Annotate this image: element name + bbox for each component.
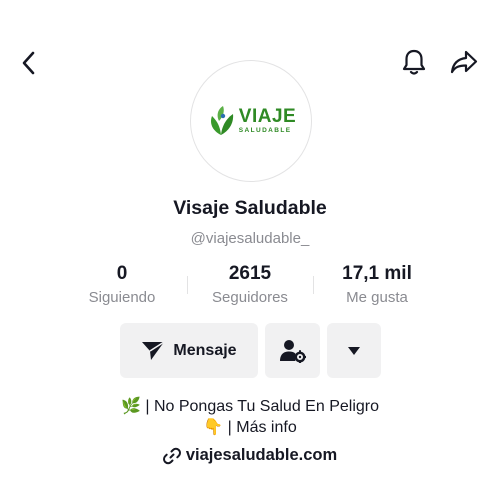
stat-following[interactable]: 0 Siguiendo [57, 261, 187, 308]
message-button-label: Mensaje [173, 341, 237, 359]
stat-likes[interactable]: 17,1 mil Me gusta [312, 261, 442, 308]
leaf-logo-icon [210, 106, 233, 135]
stat-value: 17,1 mil [342, 263, 412, 284]
message-button[interactable]: Mensaje [120, 323, 258, 378]
stat-label: Seguidores [212, 289, 288, 306]
herb-emoji: 🌿 [120, 398, 141, 415]
notifications-button[interactable] [398, 46, 430, 78]
share-button[interactable] [447, 46, 481, 78]
send-icon [142, 340, 165, 360]
display-name: Visaje Saludable [173, 197, 327, 219]
chevron-left-icon [22, 51, 35, 75]
profile-avatar[interactable]: VIAJE SALUDABLE [190, 60, 312, 182]
bio-text-2: | Más info [227, 419, 297, 436]
link-icon [162, 447, 181, 464]
bio-text-1: | No Pongas Tu Salud En Peligro [145, 398, 379, 415]
stat-label: Siguiendo [88, 289, 156, 306]
back-button[interactable] [14, 48, 44, 78]
bio-line-1: 🌿 | No Pongas Tu Salud En Peligro [0, 396, 500, 416]
logo-main-text: VIAJE [238, 106, 297, 128]
friends-settings-button[interactable] [265, 323, 320, 378]
stat-value: 0 [116, 263, 128, 284]
brand-logo: VIAJE SALUDABLE [206, 105, 296, 137]
stat-value: 2615 [228, 263, 272, 284]
caret-down-icon [348, 346, 360, 355]
more-options-button[interactable] [327, 323, 381, 378]
stat-label: Me gusta [346, 289, 408, 306]
website-link[interactable]: viajesaludable.com [0, 446, 500, 465]
pointing-down-emoji: 👇 [203, 419, 224, 436]
bell-icon [402, 49, 426, 75]
bio-line-2: 👇 | Más info [0, 417, 500, 437]
website-url: viajesaludable.com [185, 446, 338, 464]
username-handle: @viajesaludable_ [190, 230, 310, 247]
logo-sub-text: SALUDABLE [238, 127, 292, 135]
share-arrow-icon [450, 50, 478, 74]
user-settings-icon [279, 339, 306, 363]
stat-followers[interactable]: 2615 Seguidores [185, 261, 315, 308]
